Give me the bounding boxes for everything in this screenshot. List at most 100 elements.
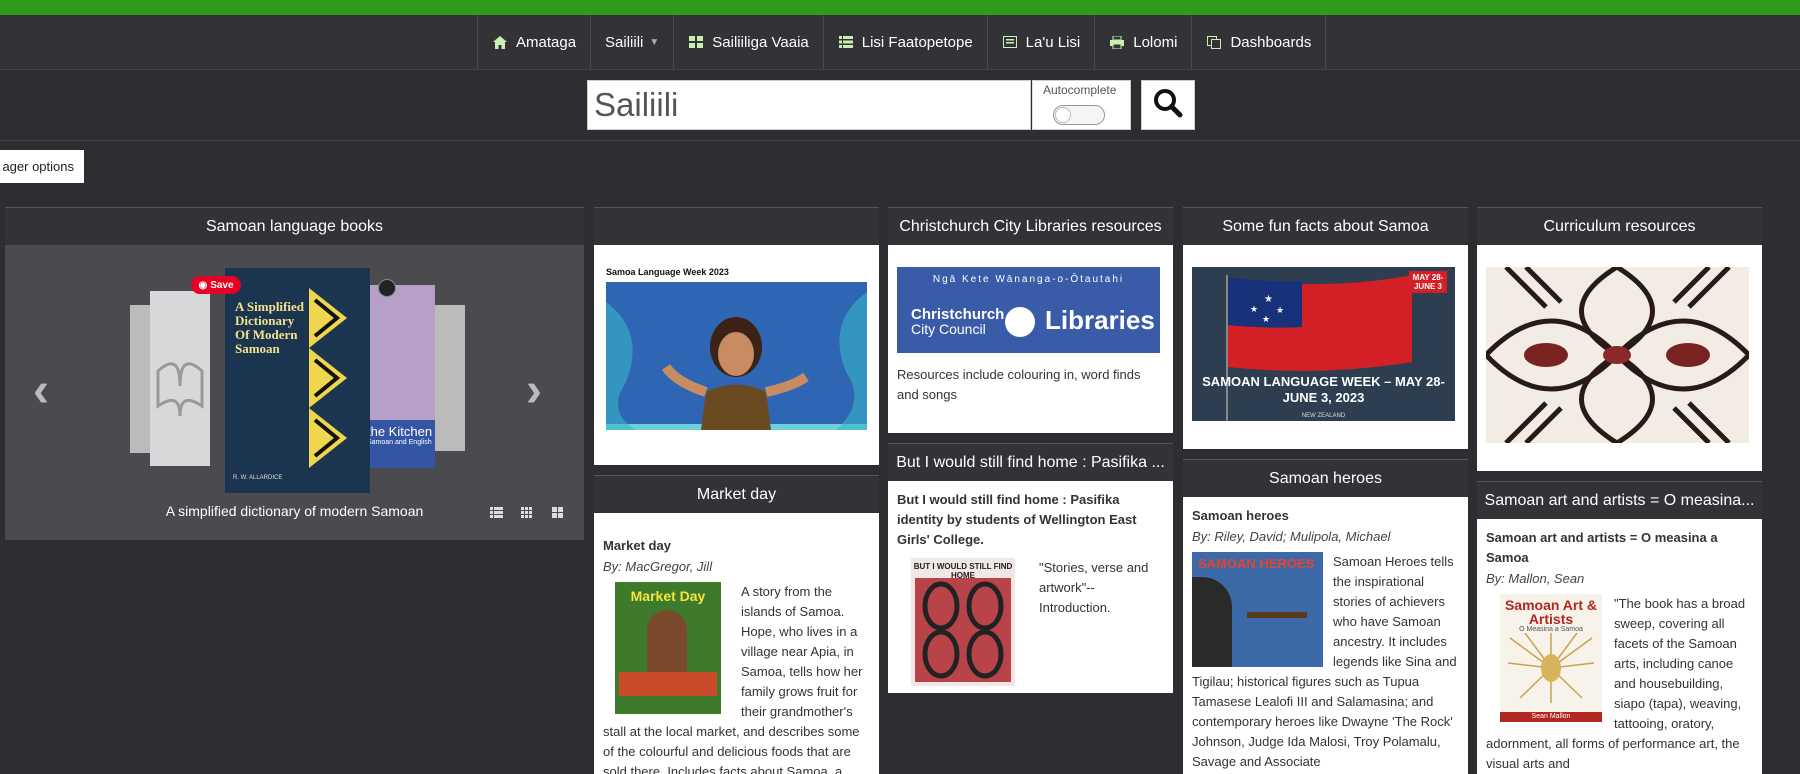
book-title-link[interactable]: But I would still find home : Pasifika i…	[897, 490, 1164, 550]
nav-label: Sailiiliga Vaaia	[712, 33, 809, 51]
carousel-book-back[interactable]	[435, 305, 465, 451]
chevron-down-icon: ▼	[649, 36, 660, 48]
market-day-cover[interactable]: Market Day	[615, 582, 721, 714]
samoan-heroes-cover[interactable]: SAMOAN HEROES	[1192, 552, 1323, 667]
main-navigation: Amataga Sailiili ▼ Sailiiliga Vaaia Lisi…	[0, 15, 1800, 70]
widget-title: Samoan heroes	[1183, 459, 1468, 497]
pager-options-button[interactable]: ager options	[0, 150, 84, 183]
ccl-libraries-banner[interactable]: Ngā Kete Wānanga-o-Ōtautahi Christchurch…	[897, 267, 1160, 353]
nav-label: La'u Lisi	[1025, 33, 1081, 51]
samoan-art-widget: Samoan art and artists = O measina... Sa…	[1477, 481, 1762, 774]
cover-title: Samoan Art & Artists	[1504, 597, 1598, 627]
banner-date: MAY 28-JUNE 3	[1409, 271, 1447, 293]
nav-item-lau-lisi[interactable]: La'u Lisi	[988, 15, 1096, 69]
list-icon	[838, 36, 854, 48]
save-label: Save	[210, 279, 234, 291]
widget-title: Samoan language books	[5, 207, 584, 245]
ccl-resources-widget: Christchurch City Libraries resources Ng…	[888, 207, 1173, 433]
nav-label: Sailiili	[605, 33, 644, 51]
dashboard-icon	[1206, 35, 1222, 49]
search-bar: Autocomplete	[0, 70, 1800, 141]
top-accent-bar	[0, 0, 1800, 15]
widget-title	[594, 207, 879, 245]
samoan-art-cover[interactable]: Samoan Art & Artists O Measina a Samoa S…	[1500, 594, 1602, 722]
nav-item-lisi-faatopetope[interactable]: Lisi Faatopetope	[824, 15, 988, 69]
book-author: By: Riley, David; Mulipola, Michael	[1192, 529, 1391, 544]
svg-text:★: ★	[1276, 305, 1284, 315]
pasifika-home-widget: But I would still find home : Pasifika .…	[888, 443, 1173, 693]
market-day-widget: Market day Market day By: MacGregor, Jil…	[594, 475, 879, 774]
book-title-link[interactable]: Samoan art and artists = O measina a Sam…	[1486, 528, 1753, 568]
side-book-title: the Kitchen	[367, 424, 433, 439]
svg-text:★: ★	[1250, 304, 1258, 314]
book-cover-title: A Simplified Dictionary Of Modern Samoan	[235, 299, 304, 356]
widget-title: Samoan art and artists = O measina...	[1477, 481, 1762, 519]
autocomplete-toggle[interactable]	[1053, 105, 1105, 125]
nav-item-amataga[interactable]: Amataga	[478, 15, 592, 69]
nav-label: Dashboards	[1230, 33, 1312, 51]
widget-title: Curriculum resources	[1477, 207, 1762, 245]
nav-item-sailiiliga-vaaia[interactable]: Sailiiliga Vaaia	[674, 15, 824, 69]
curriculum-resources-widget: Curriculum resources	[1477, 207, 1762, 471]
list-view-icon[interactable]	[490, 507, 503, 518]
nav-label: Lolomi	[1133, 33, 1178, 51]
cover-title: Market Day	[630, 588, 706, 604]
language-week-flag-image[interactable]: ★ ★ ★ ★ MAY 28-JUNE 3 SAMOAN LANGUAGE WEEK …	[1192, 267, 1455, 421]
widget-title: Market day	[594, 475, 879, 513]
carousel-book-kitchen[interactable]: the Kitchen Samoan and English	[365, 285, 435, 468]
visual-search-icon[interactable]	[378, 279, 396, 297]
banner-left-text2: City Council	[911, 321, 986, 337]
book-author: By: MacGregor, Jill	[603, 559, 713, 574]
autocomplete-control: Autocomplete	[1032, 80, 1131, 130]
home-icon	[492, 35, 508, 49]
pasifika-home-cover[interactable]: BUT I WOULD STILL FIND HOME	[911, 558, 1015, 686]
search-box	[587, 80, 1031, 130]
cover-title: SAMOAN HEROES	[1198, 556, 1315, 571]
nav-item-dashboards[interactable]: Dashboards	[1192, 15, 1327, 69]
widget-description: Resources include colouring in, word fin…	[897, 367, 1141, 402]
widget-title: Christchurch City Libraries resources	[888, 207, 1173, 245]
banner-right-text: Libraries	[1045, 305, 1155, 335]
samoa-facts-widget: Some fun facts about Samoa ★ ★ ★ ★ MAY 28-J…	[1183, 207, 1468, 449]
book-cover-author: R. W. ALLARDICE	[233, 475, 283, 481]
pinterest-icon: ◉	[198, 279, 208, 291]
carousel-prev-arrow[interactable]: ‹	[33, 363, 49, 418]
svg-text:★: ★	[1262, 314, 1270, 324]
pager-options-label: ager options	[2, 159, 74, 174]
carousel-view-options	[490, 507, 565, 518]
grid-icon	[688, 36, 704, 48]
large-grid-icon[interactable]	[552, 507, 565, 518]
banner-text: SAMOAN LANGUAGE WEEK – MAY 28-JUNE 3, 20…	[1202, 374, 1445, 405]
search-input[interactable]	[588, 81, 1030, 129]
nav-label: Amataga	[516, 33, 577, 51]
carousel-book-current[interactable]: A Simplified Dictionary Of Modern Samoan…	[225, 268, 370, 493]
widget-title: Some fun facts about Samoa	[1183, 207, 1468, 245]
banner-subtitle: NEW ZEALAND	[1301, 413, 1346, 419]
print-icon	[1109, 35, 1125, 49]
language-week-widget: Samoa Language Week 2023	[594, 207, 879, 465]
banner-top-text: Ngā Kete Wānanga-o-Ōtautahi	[932, 274, 1125, 285]
book-carousel: ‹ › the Kitchen Samoan and English A Sim…	[5, 245, 584, 540]
book-title-link[interactable]: Samoan heroes	[1192, 506, 1459, 526]
search-button[interactable]	[1141, 80, 1195, 130]
list-box-icon	[1002, 36, 1018, 48]
tapa-pattern-image[interactable]	[1484, 264, 1751, 446]
autocomplete-label: Autocomplete	[1043, 83, 1117, 97]
side-book-subtitle: Samoan and English	[367, 439, 432, 446]
cover-subtitle: O Measina a Samoa	[1519, 626, 1583, 633]
cover-author: Sean Mallon	[1500, 712, 1602, 722]
nav-label: Lisi Faatopetope	[861, 33, 973, 51]
pinterest-save-button[interactable]: ◉ Save	[191, 276, 241, 294]
samoan-heroes-widget: Samoan heroes Samoan heroes By: Riley, D…	[1183, 459, 1468, 774]
nav-item-lolomi[interactable]: Lolomi	[1095, 15, 1193, 69]
carousel-book-back[interactable]	[150, 291, 210, 466]
samoan-language-books-widget: Samoan language books ‹ › the Kitchen Sa…	[5, 207, 584, 540]
widget-title: But I would still find home : Pasifika .…	[888, 443, 1173, 481]
svg-text:★: ★	[1264, 294, 1273, 305]
small-grid-icon[interactable]	[521, 507, 534, 518]
nav-item-sailiili[interactable]: Sailiili ▼	[591, 15, 675, 69]
search-icon	[1153, 88, 1183, 123]
language-week-image[interactable]	[606, 282, 867, 430]
carousel-next-arrow[interactable]: ›	[526, 363, 542, 418]
book-title-link[interactable]: Market day	[603, 536, 870, 556]
